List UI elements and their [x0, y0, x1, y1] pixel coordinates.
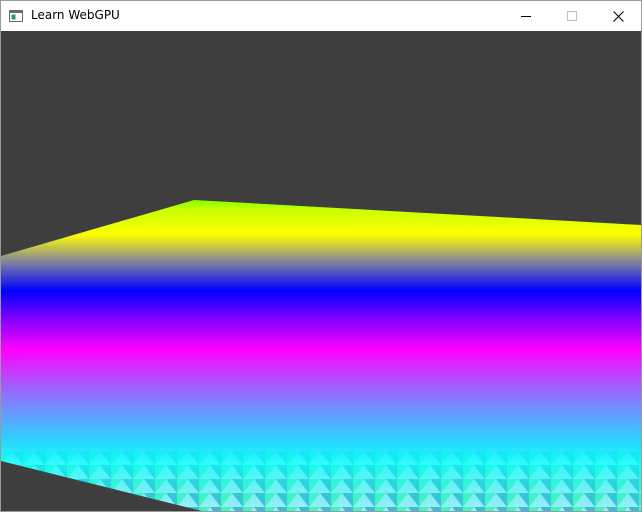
rendered-scene — [1, 200, 641, 511]
minimize-button[interactable] — [503, 1, 549, 31]
ground-texture — [1, 443, 641, 511]
close-icon — [612, 10, 624, 22]
title-bar[interactable]: Learn WebGPU — [1, 0, 641, 31]
webgpu-canvas[interactable] — [1, 31, 641, 511]
window-title: Learn WebGPU — [31, 8, 120, 22]
maximize-button[interactable] — [549, 1, 595, 31]
app-window: Learn WebGPU — [0, 0, 642, 512]
minimize-icon — [521, 16, 531, 17]
close-button[interactable] — [595, 1, 641, 31]
maximize-icon — [567, 11, 577, 21]
app-window-icon — [9, 9, 23, 22]
